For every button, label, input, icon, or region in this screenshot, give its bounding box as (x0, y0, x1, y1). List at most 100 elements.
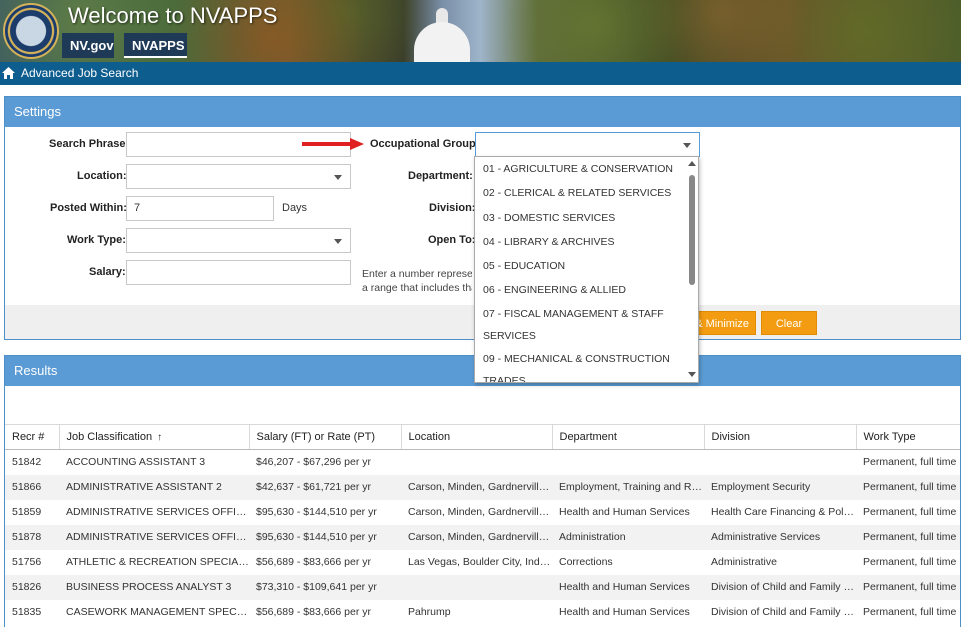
column-header[interactable]: Recr # (5, 424, 60, 450)
table-row[interactable]: 51835 CASEWORK MANAGEMENT SPECIALIS... $56… (5, 600, 960, 625)
table-cell: Carson, Minden, Gardnerville... (401, 524, 552, 550)
tab-nv-gov[interactable]: NV.gov (62, 33, 114, 58)
table-cell: 51878 (5, 524, 59, 550)
table-cell: 51756 (12, 556, 42, 568)
results-panel: Results Recr # Job Classification ↑ Salary … (4, 355, 961, 627)
scroll-down-icon[interactable] (688, 372, 696, 377)
table-cell: Administrative (711, 556, 777, 568)
table-cell: Corrections (559, 556, 613, 568)
table-row[interactable]: 51842 ACCOUNTING ASSISTANT 3 $46,207 - $67… (5, 450, 960, 475)
posted-within-input[interactable]: 7 (126, 196, 274, 221)
table-cell: $95,630 - $144,510 per yr (256, 506, 377, 518)
table-cell: Health Care Financing & Policy (711, 506, 856, 518)
table-row[interactable]: 51866 ADMINISTRATIVE ASSISTANT 2 $42,637 -… (5, 474, 960, 500)
occupational-group-select[interactable] (475, 132, 700, 157)
work-type-label: Work Type: (67, 234, 126, 246)
table-cell: $95,630 - $144,510 per yr (249, 524, 401, 550)
department-label: Department: (408, 170, 473, 182)
column-header[interactable]: Work Type (856, 424, 960, 450)
table-cell: BUSINESS PROCESS ANALYST 3 (59, 574, 249, 600)
table-cell: Health and Human Services (559, 506, 690, 518)
table-cell: $42,637 - $61,721 per yr (249, 474, 401, 500)
salary-input[interactable] (126, 260, 351, 285)
salary-label: Salary: (89, 266, 126, 278)
results-table: Recr # Job Classification ↑ Salary (FT) or … (5, 424, 960, 625)
dropdown-option[interactable]: 02 - CLERICAL & RELATED SERVICES (475, 181, 698, 205)
table-cell: Pahrump (408, 606, 451, 618)
table-cell (401, 574, 552, 600)
dropdown-option[interactable]: 06 - ENGINEERING & ALLIED (475, 278, 698, 302)
table-cell: Division of Child and Family S... (711, 606, 856, 618)
table-cell: $56,689 - $83,666 per yr (256, 606, 371, 618)
table-row[interactable]: 51756 ATHLETIC & RECREATION SPECIALIST 1 $… (5, 550, 960, 575)
clear-button[interactable]: Clear (761, 311, 817, 335)
table-cell: ACCOUNTING ASSISTANT 3 (66, 456, 206, 469)
dropdown-option[interactable]: 01 - AGRICULTURE & CONSERVATION (475, 157, 698, 181)
salary-hint: Enter a number represen a range that inc… (362, 268, 472, 294)
column-header[interactable]: Location (401, 424, 553, 450)
table-cell: Permanent, full time (863, 556, 957, 568)
table-cell: ADMINISTRATIVE ASSISTANT 2 (59, 474, 249, 500)
chevron-down-icon (683, 143, 691, 148)
dropdown-option[interactable]: 07 - FISCAL MANAGEMENT & STAFF SERVICES (475, 303, 680, 348)
location-label: Location: (77, 170, 127, 182)
table-cell: Permanent, full time (856, 524, 960, 550)
table-cell: Permanent, full time (863, 456, 957, 469)
capitol-dome-image (410, 8, 474, 62)
table-cell: Administrative Services (704, 524, 856, 550)
dropdown-option[interactable]: 05 - EDUCATION (475, 254, 698, 278)
table-row[interactable]: 51826 BUSINESS PROCESS ANALYST 3 $73,310 -… (5, 574, 960, 600)
column-header[interactable]: Job Classification ↑ (59, 424, 250, 450)
table-cell: Health and Human Services (552, 574, 704, 600)
table-cell (552, 450, 704, 475)
table-cell: $46,207 - $67,296 per yr (256, 456, 371, 469)
search-phrase-label: Search Phrase: (49, 138, 130, 150)
scroll-up-icon[interactable] (688, 161, 696, 166)
site-header: Welcome to NVAPPS NV.gov NVAPPS (0, 0, 961, 62)
home-icon[interactable] (2, 67, 15, 79)
red-arrow-icon (302, 138, 364, 150)
table-cell: 51859 (12, 506, 42, 518)
table-cell: 51826 (5, 574, 59, 600)
column-header[interactable]: Division (704, 424, 857, 450)
table-cell: $73,310 - $109,641 per yr (249, 574, 401, 600)
chevron-down-icon (334, 239, 342, 244)
dropdown-option[interactable]: 09 - MECHANICAL & CONSTRUCTION TRADES (475, 348, 680, 382)
table-cell: ADMINISTRATIVE SERVICES OFFICER 4 (59, 524, 249, 550)
table-cell (401, 450, 552, 475)
breadcrumb-label[interactable]: Advanced Job Search (21, 62, 138, 84)
table-cell: Permanent, full time (856, 474, 960, 500)
dropdown-scrollbar[interactable] (689, 175, 695, 285)
table-cell: Las Vegas, Boulder City, India... (408, 556, 552, 568)
table-cell: 51842 (12, 456, 42, 469)
occupational-group-label: Occupational Group: (370, 138, 480, 150)
table-row[interactable]: 51859 ADMINISTRATIVE SERVICES OFFICER 4 $9… (5, 500, 960, 525)
column-header[interactable]: Department (552, 424, 705, 450)
open-to-label: Open To: (428, 234, 476, 246)
table-cell: 51866 (5, 474, 59, 500)
dropdown-option[interactable]: 04 - LIBRARY & ARCHIVES (475, 230, 698, 254)
work-type-select[interactable] (126, 228, 351, 253)
chevron-down-icon (334, 175, 342, 180)
table-cell: Employment Security (704, 474, 856, 500)
posted-within-label: Posted Within: (50, 202, 127, 214)
table-cell: CASEWORK MANAGEMENT SPECIALIS... (66, 606, 249, 618)
table-cell: Employment, Training and Re... (552, 474, 704, 500)
tab-nvapps[interactable]: NVAPPS (124, 33, 187, 58)
table-row[interactable]: 51878 ADMINISTRATIVE SERVICES OFFICER 4 $9… (5, 524, 960, 550)
table-cell: ATHLETIC & RECREATION SPECIALIST 1 (66, 556, 249, 568)
division-label: Division: (429, 202, 476, 214)
column-header[interactable]: Salary (FT) or Rate (PT) (249, 424, 402, 450)
days-label: Days (282, 202, 308, 214)
sort-ascending-icon[interactable]: ↑ (157, 432, 162, 443)
table-cell: Administration (552, 524, 704, 550)
table-cell (704, 450, 856, 475)
location-select[interactable] (126, 164, 351, 189)
table-cell: $56,689 - $83,666 per yr (256, 556, 371, 568)
table-cell: Health and Human Services (559, 606, 690, 618)
table-cell: Permanent, full time (863, 506, 957, 518)
occupational-group-dropdown[interactable]: 01 - AGRICULTURE & CONSERVATION 02 - CLER… (474, 156, 699, 383)
table-cell: Permanent, full time (856, 574, 960, 600)
dropdown-option[interactable]: 03 - DOMESTIC SERVICES (475, 206, 698, 230)
table-cell: ADMINISTRATIVE SERVICES OFFICER 4 (66, 506, 249, 518)
